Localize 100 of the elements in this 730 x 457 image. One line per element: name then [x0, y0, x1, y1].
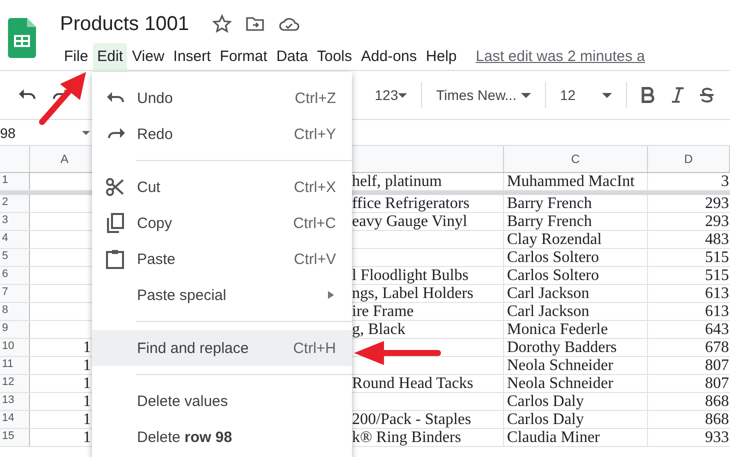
table-cell: 933 [705, 429, 729, 446]
row-header[interactable]: 1 [0, 173, 30, 190]
menu-item[interactable]: Redo Ctrl+Y [92, 116, 352, 152]
menu-item[interactable]: Edit [93, 42, 128, 72]
table-cell: Carlos Daly [507, 393, 584, 410]
table-cell: ire Frame [352, 303, 414, 320]
bold-icon[interactable] [641, 87, 655, 103]
table-cell: 678 [705, 339, 729, 356]
table-cell: Carlos Daly [507, 411, 584, 428]
row-header[interactable]: 5 [0, 249, 30, 266]
copy-icon [106, 213, 124, 233]
strikethrough-icon[interactable] [700, 87, 714, 103]
caret-icon [602, 92, 612, 98]
column-header[interactable]: D [648, 146, 730, 172]
table-cell: Carl Jackson [507, 285, 590, 302]
row-header[interactable]: 15 [0, 429, 30, 446]
table-cell: 293 [705, 195, 729, 212]
caret-icon[interactable] [82, 130, 90, 134]
table-cell: Claudia Miner [507, 429, 600, 446]
star-icon[interactable] [212, 14, 232, 34]
table-cell: 1 [83, 393, 91, 410]
row-header[interactable]: 9 [0, 321, 30, 338]
table-cell: 807 [705, 357, 729, 374]
table-cell: 868 [705, 411, 729, 428]
menu-item[interactable]: Find and replace Ctrl+H [92, 330, 352, 366]
scissors-icon [106, 178, 124, 196]
undo-icon[interactable] [18, 88, 38, 102]
table-cell: k® Ring Binders [352, 429, 462, 446]
pointer-arrow [39, 72, 86, 125]
table-cell: 868 [705, 393, 729, 410]
table-cell: Dorothy Badders [507, 339, 617, 356]
table-cell: Monica Federle [507, 321, 608, 338]
table-cell: 643 [705, 321, 729, 338]
row-header[interactable]: 4 [0, 231, 30, 248]
table-cell: Carl Jackson [507, 303, 590, 320]
row-header[interactable]: 3 [0, 213, 30, 230]
redo-icon [106, 127, 126, 141]
row-header[interactable]: 6 [0, 267, 30, 284]
folder-icon[interactable] [244, 14, 265, 34]
menu-item[interactable]: Help [422, 42, 461, 70]
sheets-logo-icon[interactable] [8, 18, 36, 58]
document-title[interactable]: Products 1001 [60, 12, 189, 36]
menu-item[interactable]: Cut Ctrl+X [92, 169, 352, 205]
table-cell: 1 [83, 411, 91, 428]
menu-item[interactable]: Insert [169, 42, 215, 70]
table-cell: 613 [705, 285, 729, 302]
table-cell: 1 [83, 357, 91, 374]
table-cell: 613 [705, 303, 729, 320]
menu-item[interactable]: Tools [313, 42, 356, 70]
column-header[interactable]: C [504, 146, 648, 172]
table-cell: 200/Pack - Staples [352, 411, 472, 428]
table-cell: 515 [705, 249, 729, 266]
undo-icon [106, 91, 126, 105]
row-header[interactable]: 10 [0, 339, 30, 356]
row-header[interactable]: 11 [0, 357, 30, 374]
table-cell: 293 [705, 213, 729, 230]
table-cell: helf, platinum [352, 173, 442, 190]
clipboard-icon [106, 249, 124, 269]
number-format-dropdown[interactable]: 123 [374, 87, 408, 103]
table-cell: 1 [83, 375, 91, 392]
table-cell: 515 [705, 267, 729, 284]
italic-icon[interactable] [670, 87, 684, 103]
table-cell: 3 [721, 173, 729, 190]
menu-item[interactable]: View [128, 42, 168, 70]
menu-item[interactable]: Delete row 98 [92, 419, 352, 455]
table-cell: Carlos Soltero [507, 267, 599, 284]
caret-icon [521, 92, 532, 98]
row-header[interactable]: 7 [0, 285, 30, 302]
row-header[interactable]: 2 [0, 195, 30, 212]
menu-item[interactable]: Format [216, 42, 272, 70]
font-size-dropdown[interactable]: 12 [560, 87, 612, 103]
menu-item[interactable]: Delete values [92, 383, 352, 419]
menu-item[interactable]: File [60, 42, 92, 70]
menu-item[interactable]: Paste Ctrl+V [92, 241, 352, 277]
table-cell: Clay Rozendal [507, 231, 602, 248]
last-edit-link[interactable]: Last edit was 2 minutes a [476, 48, 646, 64]
table-cell: ngs, Label Holders [352, 285, 474, 302]
table-cell: Barry French [507, 195, 592, 212]
row-header[interactable]: 13 [0, 393, 30, 410]
name-box[interactable]: 98 [0, 124, 16, 140]
table-cell: Neola Schneider [507, 375, 614, 392]
menu-item[interactable]: Undo Ctrl+Z [92, 80, 352, 116]
table-cell: Neola Schneider [507, 357, 614, 374]
row-header[interactable]: 14 [0, 411, 30, 428]
table-cell: Muhammed MacInt [507, 173, 635, 190]
table-cell: Barry French [507, 213, 592, 230]
menu-item[interactable]: Data [272, 42, 312, 70]
table-cell: 483 [705, 231, 729, 248]
menu-item[interactable]: Paste special [92, 277, 352, 313]
table-cell: Round Head Tacks [352, 375, 474, 392]
caret-icon [398, 92, 408, 98]
table-cell: g, Black [352, 321, 406, 338]
font-dropdown[interactable]: Times New... [436, 87, 532, 103]
table-cell: ffice Refrigerators [352, 195, 470, 212]
row-header[interactable]: 8 [0, 303, 30, 320]
menu-item[interactable]: Copy Ctrl+C [92, 205, 352, 241]
menu-item[interactable]: Add-ons [357, 42, 421, 70]
table-cell: l Floodlight Bulbs [352, 267, 468, 284]
table-cell: eavy Gauge Vinyl [352, 213, 468, 230]
row-header[interactable]: 12 [0, 375, 30, 392]
